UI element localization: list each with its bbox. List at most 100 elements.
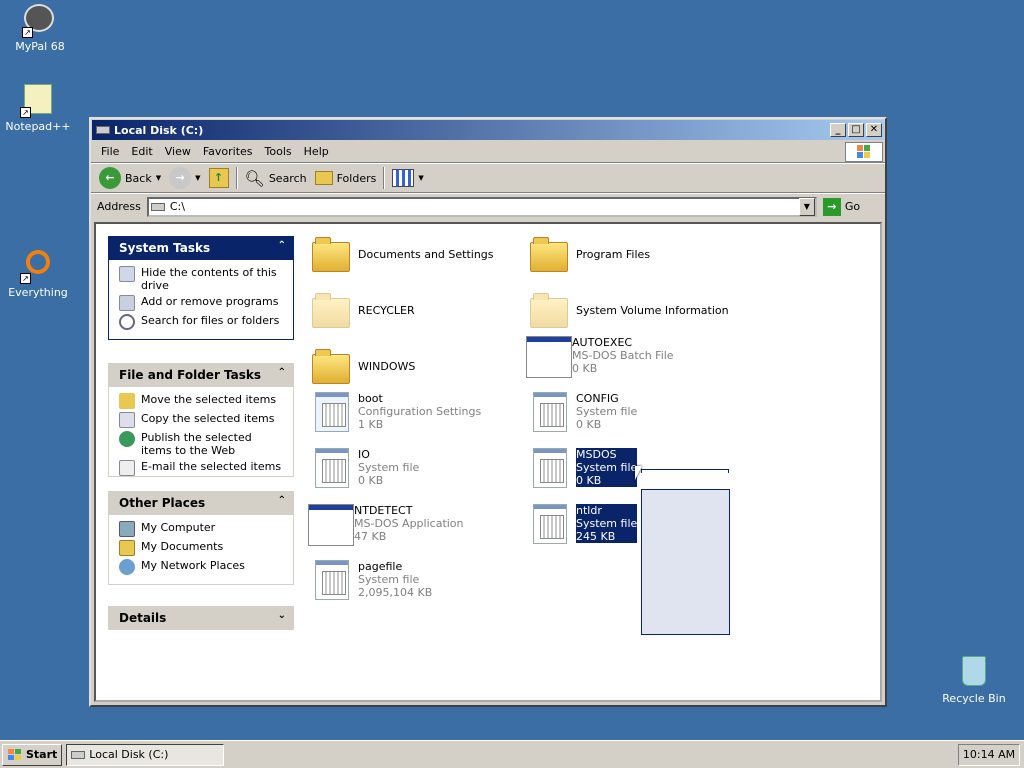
file-type: Configuration Settings (358, 405, 482, 418)
place-label: My Documents (141, 540, 224, 553)
menu-favorites[interactable]: Favorites (197, 143, 259, 160)
network-places-icon (119, 559, 135, 575)
menu-file[interactable]: File (95, 143, 125, 160)
system-clock[interactable]: 10:14 AM (958, 744, 1020, 766)
file-size: 1 KB (358, 418, 384, 431)
panel-title: Other Places (119, 496, 206, 510)
task-hide-contents[interactable]: Hide the contents of this drive (119, 266, 283, 292)
up-button[interactable]: ↑ (205, 165, 233, 191)
task-label: Hide the contents of this drive (141, 266, 277, 292)
task-add-remove-programs[interactable]: Add or remove programs (119, 295, 283, 311)
desktop-icon-everything[interactable]: ↗ Everything (0, 248, 76, 299)
mypal-icon: ↗ (22, 4, 56, 38)
notepadpp-icon: ↗ (20, 84, 54, 118)
back-button[interactable]: ← Back ▼ (95, 165, 165, 191)
address-dropdown-button[interactable]: ▼ (798, 197, 815, 216)
task-move-items[interactable]: Move the selected items (119, 393, 283, 409)
file-item[interactable]: IO System file 0 KB (312, 448, 419, 488)
views-button[interactable]: ▼ (388, 165, 427, 191)
desktop-icon-label: Notepad++ (5, 120, 71, 133)
file-item[interactable]: CONFIG System file 0 KB (530, 392, 637, 432)
file-item[interactable]: Program Files (530, 236, 650, 276)
file-item[interactable]: AUTOEXEC MS-DOS Batch File 0 KB (526, 336, 674, 378)
everything-icon: ↗ (20, 250, 54, 284)
file-name: boot (358, 392, 383, 405)
task-label: Search for files or folders (141, 314, 280, 327)
file-type: System file (576, 461, 638, 474)
taskbar-window-button[interactable]: Local Disk (C:) (66, 743, 225, 766)
place-label: My Network Places (141, 559, 245, 572)
file-size: 0 KB (576, 418, 602, 431)
file-name: WINDOWS (358, 360, 416, 373)
drag-outline (641, 469, 729, 473)
file-item[interactable]: Documents and Settings (312, 236, 494, 276)
expand-icon[interactable]: ⌄ (278, 610, 286, 621)
panel-title: Details (119, 611, 167, 625)
file-name: ntldr (576, 504, 602, 517)
file-item-selected[interactable]: ntldr System file 245 KB (530, 504, 638, 544)
drive-icon (96, 126, 110, 134)
desktop-icon-label: MyPal 68 (15, 40, 65, 53)
taskbar: Start Local Disk (C:) 10:14 AM (0, 740, 1024, 768)
panel-title: System Tasks (119, 241, 211, 255)
place-my-documents[interactable]: My Documents (119, 540, 283, 556)
menu-help[interactable]: Help (298, 143, 335, 160)
search-icon (119, 314, 135, 330)
place-label: My Computer (141, 521, 216, 534)
task-label: Publish the selected items to the Web (141, 431, 252, 457)
place-my-computer[interactable]: My Computer (119, 521, 283, 537)
desktop-icon-recycle-bin[interactable]: Recycle Bin (936, 656, 1012, 705)
file-item-selected[interactable]: MSDOS System file 0 KB (530, 448, 638, 488)
address-input[interactable]: C:\ ▼ (146, 196, 817, 217)
folders-label: Folders (336, 171, 377, 185)
menu-tools[interactable]: Tools (259, 143, 298, 160)
task-search-files[interactable]: Search for files or folders (119, 314, 283, 330)
file-size: 0 KB (358, 474, 384, 487)
folder-icon (312, 236, 352, 276)
place-my-network[interactable]: My Network Places (119, 559, 283, 575)
file-item[interactable]: WINDOWS (312, 348, 415, 388)
menu-view[interactable]: View (159, 143, 197, 160)
collapse-icon[interactable]: ⌃ (278, 367, 286, 378)
close-button[interactable]: ✕ (866, 123, 882, 137)
system-tasks-header[interactable]: System Tasks ⌃ (108, 236, 294, 260)
file-item[interactable]: RECYCLER (312, 292, 415, 332)
start-button[interactable]: Start (2, 743, 63, 766)
file-item[interactable]: System Volume Information (530, 292, 729, 332)
desktop-icon-notepadpp[interactable]: ↗ Notepad++ (0, 84, 76, 133)
go-button[interactable]: → Go (822, 197, 860, 216)
file-folder-tasks-header[interactable]: File and Folder Tasks ⌃ (108, 363, 294, 387)
menu-edit[interactable]: Edit (125, 143, 158, 160)
file-size: 0 KB (576, 474, 602, 487)
task-label: Add or remove programs (141, 295, 279, 308)
hide-contents-icon (119, 266, 135, 282)
minimize-button[interactable]: _ (830, 123, 846, 137)
folder-icon (530, 236, 570, 276)
desktop-icon-label: Everything (8, 286, 68, 299)
file-name: MSDOS (576, 448, 617, 461)
file-item[interactable]: pagefile System file 2,095,104 KB (312, 560, 432, 600)
details-header[interactable]: Details ⌄ (108, 606, 294, 630)
file-size: 2,095,104 KB (358, 586, 433, 599)
task-publish-items[interactable]: Publish the selected items to the Web (119, 431, 283, 457)
address-label: Address (97, 200, 141, 213)
search-button[interactable]: 🔍︎ Search (241, 165, 311, 191)
file-item[interactable]: NTDETECT MS-DOS Application 47 KB (308, 504, 464, 546)
collapse-icon[interactable]: ⌃ (278, 495, 286, 506)
file-name: AUTOEXEC (572, 336, 633, 349)
task-copy-items[interactable]: Copy the selected items (119, 412, 283, 428)
desktop-icon-mypal[interactable]: ↗ MyPal 68 (2, 4, 78, 53)
toolbar: ← Back ▼ → ▼ ↑ 🔍︎ Search Folders ▼ (91, 163, 885, 193)
file-item[interactable]: boot Configuration Settings 1 KB (312, 392, 481, 432)
file-view: System Tasks ⌃ Hide the contents of this… (94, 222, 882, 702)
maximize-button[interactable]: □ (848, 123, 864, 137)
title-bar[interactable]: Local Disk (C:) _ □ ✕ (92, 120, 884, 140)
file-name: System Volume Information (576, 304, 729, 317)
other-places-header[interactable]: Other Places ⌃ (108, 491, 294, 515)
file-type: System file (576, 517, 638, 530)
forward-button[interactable]: → ▼ (165, 165, 204, 191)
task-email-items[interactable]: E-mail the selected items (119, 460, 283, 476)
folder-icon (312, 292, 352, 332)
collapse-icon[interactable]: ⌃ (278, 240, 286, 251)
folders-button[interactable]: Folders (311, 165, 381, 191)
